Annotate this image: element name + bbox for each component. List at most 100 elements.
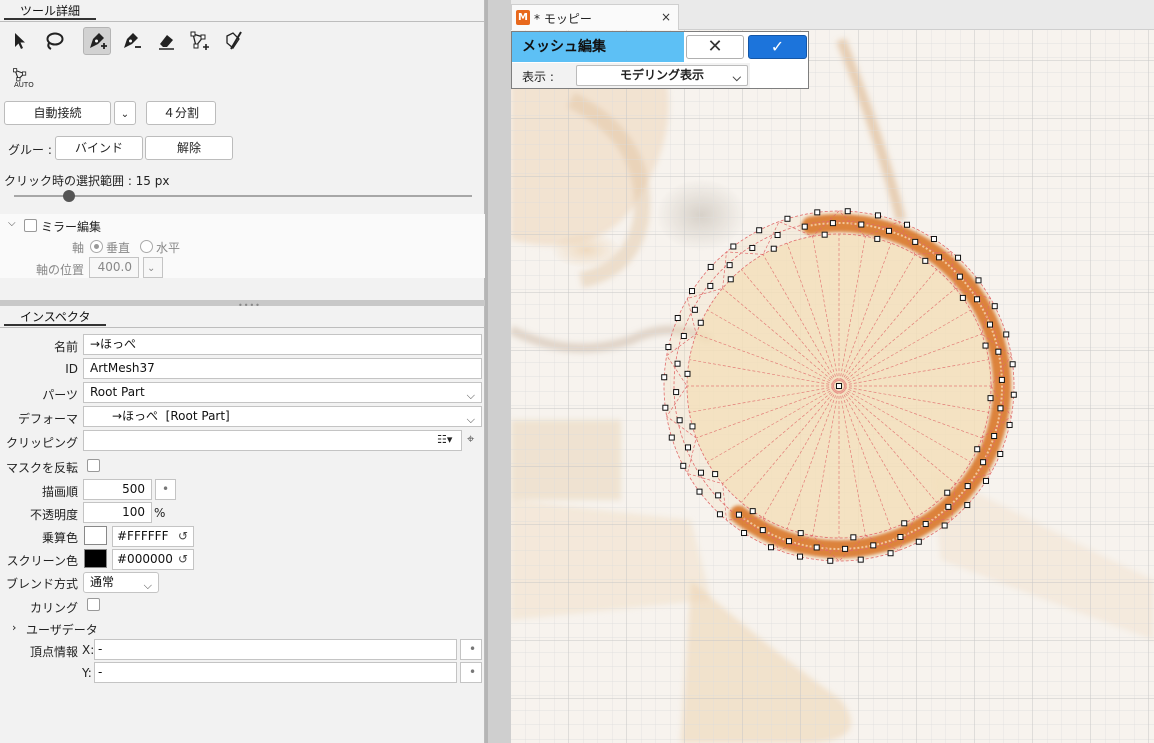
mesh-vertex[interactable] <box>874 212 881 219</box>
user-data-label[interactable]: ユーザデータ <box>26 621 98 638</box>
mesh-vertex[interactable] <box>1009 361 1016 368</box>
deformer-select[interactable]: →ほっぺ [Root Part] ⌵ <box>83 406 482 427</box>
mesh-vertex[interactable] <box>774 232 781 239</box>
mesh-vertex[interactable] <box>922 257 929 264</box>
mesh-vertex[interactable] <box>998 376 1005 383</box>
mesh-vertex[interactable] <box>707 282 714 289</box>
list-menu-icon[interactable]: ☷▾ <box>437 433 452 446</box>
mesh-vertex[interactable] <box>912 238 919 245</box>
document-tab[interactable]: M * モッピー × <box>511 4 679 30</box>
eraser-icon[interactable] <box>152 27 180 55</box>
mesh-vertex[interactable] <box>697 469 704 476</box>
screen-color-swatch[interactable] <box>84 549 107 568</box>
mesh-vertex[interactable] <box>922 521 929 528</box>
vertex-x-dot-button[interactable]: • <box>460 639 482 660</box>
mesh-vertex[interactable] <box>850 534 857 541</box>
mesh-vertex[interactable] <box>696 488 703 495</box>
mesh-vertex[interactable] <box>930 236 937 243</box>
target-icon[interactable]: ⌖ <box>467 432 474 447</box>
mesh-vertex[interactable] <box>665 344 672 351</box>
draw-order-input[interactable]: 500 <box>83 479 152 500</box>
mesh-vertex[interactable] <box>784 215 791 222</box>
mesh-vertex[interactable] <box>689 423 696 430</box>
mesh-vertex[interactable] <box>730 243 737 250</box>
mesh-vertex[interactable] <box>987 395 994 402</box>
mesh-vertex[interactable] <box>980 459 987 466</box>
mesh-vertex[interactable] <box>982 342 989 349</box>
view-mode-select[interactable]: モデリング表示 ⌵ <box>576 65 748 86</box>
lasso-icon[interactable] <box>40 27 68 55</box>
mesh-vertex[interactable] <box>684 370 691 377</box>
mesh-vertex[interactable] <box>870 542 877 549</box>
mesh-vertex[interactable] <box>741 529 748 536</box>
select-arrow-icon[interactable] <box>6 27 34 55</box>
reset-icon[interactable]: ↺ <box>178 529 188 543</box>
chevron-down-icon[interactable]: ⌵ <box>8 218 16 229</box>
mesh-vertex[interactable] <box>995 348 1002 355</box>
axis-horizontal-radio[interactable] <box>140 240 153 253</box>
mesh-vertex[interactable] <box>770 245 777 252</box>
mesh-vertex[interactable] <box>674 315 681 322</box>
mesh-vertex[interactable] <box>964 502 971 509</box>
mesh-vertex[interactable] <box>1006 421 1013 428</box>
mesh-vertex[interactable] <box>735 511 742 518</box>
blend-mode-select[interactable]: 通常 ⌵ <box>83 572 159 593</box>
mesh-vertex[interactable] <box>821 231 828 238</box>
mesh-vertex[interactable] <box>974 296 981 303</box>
mesh-vertex[interactable] <box>813 544 820 551</box>
mirror-checkbox[interactable] <box>24 219 37 232</box>
mesh-vertex[interactable] <box>712 471 719 478</box>
mesh-vertex[interactable] <box>915 538 922 545</box>
knife-icon[interactable] <box>220 27 248 55</box>
mesh-vertex[interactable] <box>991 433 998 440</box>
mesh-vertex[interactable] <box>941 522 948 529</box>
mesh-vertex[interactable] <box>707 263 714 270</box>
mesh-vertex[interactable] <box>945 503 952 510</box>
mesh-vertex[interactable] <box>956 273 963 280</box>
mesh-vertex[interactable] <box>959 294 966 301</box>
vertex-add-icon[interactable] <box>185 27 213 55</box>
mesh-vertex[interactable] <box>887 550 894 557</box>
mesh-vertex[interactable] <box>1010 391 1017 398</box>
selection-range-slider[interactable] <box>62 190 75 202</box>
mesh-vertex[interactable] <box>676 417 683 424</box>
mesh-vertex[interactable] <box>785 538 792 545</box>
close-icon[interactable]: × <box>661 10 671 24</box>
axis-position-input[interactable]: 400.0 <box>89 257 139 278</box>
mesh-vertex[interactable] <box>697 319 704 326</box>
mesh-vertex[interactable] <box>685 444 692 451</box>
name-input[interactable]: →ほっぺ <box>83 334 482 355</box>
opacity-input[interactable]: 100 <box>83 502 152 523</box>
pen-add-icon[interactable] <box>83 27 111 55</box>
vertex-y-dot-button[interactable]: • <box>460 662 482 683</box>
mesh-vertex[interactable] <box>727 276 734 283</box>
canvas-stage[interactable] <box>511 0 1154 743</box>
parts-select[interactable]: Root Part ⌵ <box>83 382 482 403</box>
model-canvas[interactable]: M * モッピー × メッシュ編集 ✕ ✓ 表示 : モデリング表示 ⌵ <box>511 0 1154 743</box>
mesh-vertex[interactable] <box>897 533 904 540</box>
mesh-vertex[interactable] <box>689 288 696 295</box>
mesh-vertex[interactable] <box>715 492 722 499</box>
release-button[interactable]: 解除 <box>145 136 233 160</box>
mesh-vertex[interactable] <box>691 306 698 313</box>
mesh-vertex[interactable] <box>827 557 834 564</box>
mesh-vertex[interactable] <box>756 227 763 234</box>
mesh-vertex[interactable] <box>716 511 723 518</box>
mesh-vertex[interactable] <box>858 221 865 228</box>
mesh-vertex[interactable] <box>986 321 993 328</box>
mesh-vertex[interactable] <box>814 209 821 216</box>
invert-mask-checkbox[interactable] <box>87 459 100 472</box>
mesh-vertex[interactable] <box>936 254 943 261</box>
mesh-vertex[interactable] <box>844 208 851 215</box>
mesh-vertex[interactable] <box>836 383 842 389</box>
vertical-splitter[interactable] <box>485 0 511 743</box>
mesh-vertex[interactable] <box>974 446 981 453</box>
draw-order-dot-button[interactable]: • <box>155 479 176 500</box>
mesh-vertex[interactable] <box>975 277 982 284</box>
mesh-vertex[interactable] <box>991 303 998 310</box>
inspector-tab[interactable]: インスペクタ <box>4 309 107 326</box>
mesh-vertex[interactable] <box>797 530 804 537</box>
mesh-vertex[interactable] <box>964 483 971 490</box>
bind-button[interactable]: バインド <box>55 136 143 160</box>
check-icon[interactable]: ✓ <box>748 35 807 59</box>
